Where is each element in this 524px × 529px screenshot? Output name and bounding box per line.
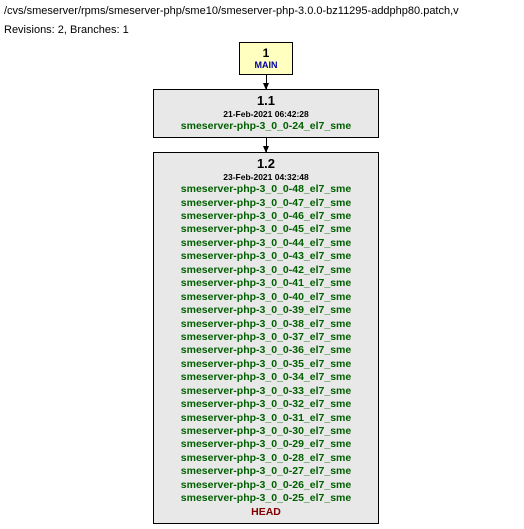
revision-tag: smeserver-php-3_0_0-27_el7_sme bbox=[162, 465, 370, 478]
revision-tag: smeserver-php-3_0_0-38_el7_sme bbox=[162, 318, 370, 331]
header-path: /cvs/smeserver/rpms/smeserver-php/sme10/… bbox=[4, 4, 524, 19]
revision-tag: smeserver-php-3_0_0-31_el7_sme bbox=[162, 412, 370, 425]
revision-tag: smeserver-php-3_0_0-29_el7_sme bbox=[162, 438, 370, 451]
revision-tag: smeserver-php-3_0_0-33_el7_sme bbox=[162, 385, 370, 398]
connector-arrow bbox=[266, 138, 267, 152]
revision-1-2-node: 1.2 23-Feb-2021 04:32:48 smeserver-php-3… bbox=[153, 152, 379, 524]
revision-tag: smeserver-php-3_0_0-48_el7_sme bbox=[162, 183, 370, 196]
revision-tag: smeserver-php-3_0_0-28_el7_sme bbox=[162, 452, 370, 465]
revision-tag: smeserver-php-3_0_0-47_el7_sme bbox=[162, 197, 370, 210]
revision-tags: smeserver-php-3_0_0-48_el7_smesmeserver-… bbox=[162, 183, 370, 506]
revision-tag: smeserver-php-3_0_0-34_el7_sme bbox=[162, 371, 370, 384]
revision-date: 21-Feb-2021 06:42:28 bbox=[162, 109, 370, 119]
revision-tag: smeserver-php-3_0_0-24_el7_sme bbox=[162, 120, 370, 133]
revision-tag: smeserver-php-3_0_0-43_el7_sme bbox=[162, 250, 370, 263]
revision-tag: smeserver-php-3_0_0-36_el7_sme bbox=[162, 344, 370, 357]
revision-tag: smeserver-php-3_0_0-42_el7_sme bbox=[162, 264, 370, 277]
branch-label: MAIN bbox=[248, 60, 284, 70]
revision-date: 23-Feb-2021 04:32:48 bbox=[162, 172, 370, 182]
revision-tag: smeserver-php-3_0_0-32_el7_sme bbox=[162, 398, 370, 411]
revision-tags: smeserver-php-3_0_0-24_el7_sme bbox=[162, 120, 370, 133]
revision-tag: smeserver-php-3_0_0-25_el7_sme bbox=[162, 492, 370, 505]
revision-tag: smeserver-php-3_0_0-44_el7_sme bbox=[162, 237, 370, 250]
revision-tag: smeserver-php-3_0_0-35_el7_sme bbox=[162, 358, 370, 371]
revision-version: 1.1 bbox=[162, 93, 370, 108]
revision-tag: smeserver-php-3_0_0-41_el7_sme bbox=[162, 277, 370, 290]
revision-tag: smeserver-php-3_0_0-30_el7_sme bbox=[162, 425, 370, 438]
revision-tag: smeserver-php-3_0_0-46_el7_sme bbox=[162, 210, 370, 223]
revision-tag: smeserver-php-3_0_0-40_el7_sme bbox=[162, 291, 370, 304]
revision-tag: smeserver-php-3_0_0-37_el7_sme bbox=[162, 331, 370, 344]
revision-tag: smeserver-php-3_0_0-26_el7_sme bbox=[162, 479, 370, 492]
header-stats: Revisions: 2, Branches: 1 bbox=[4, 23, 524, 38]
connector-arrow bbox=[266, 75, 267, 89]
revision-head-label: HEAD bbox=[162, 506, 370, 519]
branch-number: 1 bbox=[248, 46, 284, 60]
revision-tag: smeserver-php-3_0_0-45_el7_sme bbox=[162, 223, 370, 236]
branch-main-node: 1 MAIN bbox=[239, 42, 293, 75]
revision-1-1-node: 1.1 21-Feb-2021 06:42:28 smeserver-php-3… bbox=[153, 89, 379, 138]
revision-tag: smeserver-php-3_0_0-39_el7_sme bbox=[162, 304, 370, 317]
revision-version: 1.2 bbox=[162, 156, 370, 171]
revision-tree: 1 MAIN 1.1 21-Feb-2021 06:42:28 smeserve… bbox=[4, 42, 524, 524]
